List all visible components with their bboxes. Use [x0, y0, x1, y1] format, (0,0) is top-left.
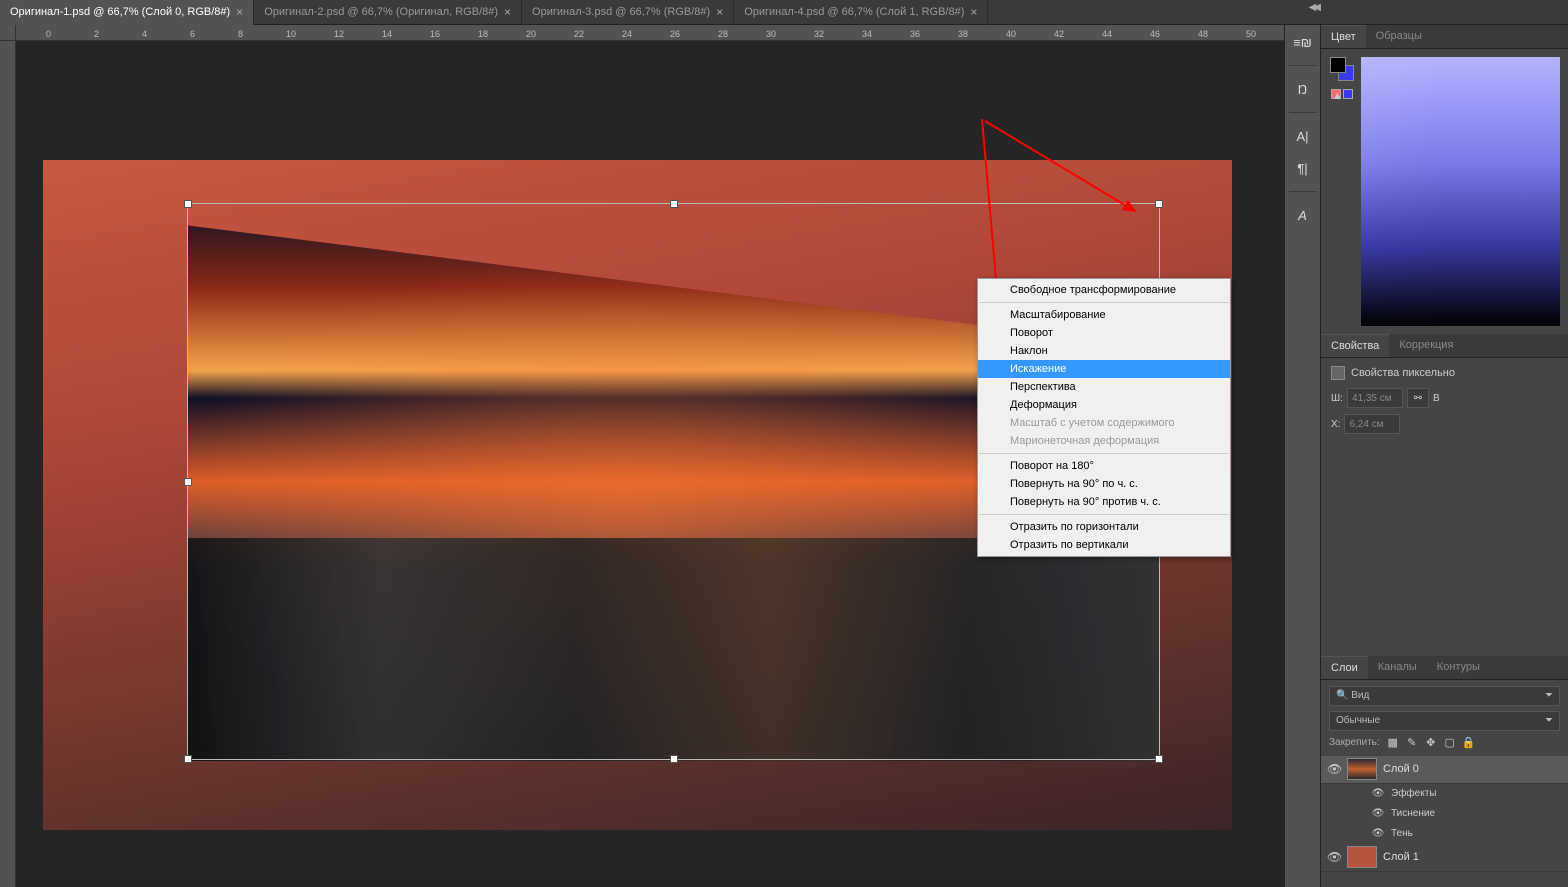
- lock-pixels-icon[interactable]: ✎: [1405, 736, 1419, 750]
- close-icon[interactable]: ×: [716, 5, 723, 19]
- document-tabs-bar: Оригинал-1.psd @ 66,7% (Слой 0, RGB/8#) …: [0, 0, 1568, 25]
- expand-panel-icon[interactable]: ◀◀: [1309, 2, 1318, 13]
- layer-thumbnail[interactable]: [1347, 758, 1377, 780]
- color-preview: [1343, 89, 1353, 99]
- menu-item[interactable]: Масштабирование: [978, 306, 1230, 324]
- tab-label: Оригинал-4.psd @ 66,7% (Слой 1, RGB/8#): [744, 6, 964, 18]
- document-tab[interactable]: Оригинал-1.psd @ 66,7% (Слой 0, RGB/8#) …: [0, 0, 254, 25]
- effect-name: Тень: [1391, 828, 1413, 839]
- tab-properties[interactable]: Свойства: [1321, 334, 1389, 357]
- close-icon[interactable]: ×: [504, 5, 511, 19]
- layer-name: Слой 1: [1383, 851, 1419, 863]
- layer-name: Слой 0: [1383, 763, 1419, 775]
- layer-row[interactable]: 👁 Слой 0: [1321, 756, 1568, 784]
- tab-paths[interactable]: Контуры: [1427, 656, 1490, 679]
- lock-artboard-icon[interactable]: ▢: [1443, 736, 1457, 750]
- visibility-icon[interactable]: 👁: [1371, 808, 1385, 819]
- tab-label: Оригинал-2.psd @ 66,7% (Оригинал, RGB/8#…: [264, 6, 498, 18]
- menu-item[interactable]: Поворот: [978, 324, 1230, 342]
- layer-row[interactable]: 👁 Слой 1: [1321, 844, 1568, 872]
- menu-item: Марионеточная деформация: [978, 432, 1230, 450]
- menu-item[interactable]: Свободное трансформирование: [978, 281, 1230, 299]
- menu-item[interactable]: Поворот на 180°: [978, 457, 1230, 475]
- layer-thumbnail[interactable]: [1347, 846, 1377, 868]
- document-tab[interactable]: Оригинал-3.psd @ 66,7% (RGB/8#) ×: [522, 0, 734, 25]
- character-icon[interactable]: Ŋ: [1292, 80, 1314, 98]
- tab-layers[interactable]: Слои: [1321, 656, 1368, 679]
- properties-title: Свойства пиксельно: [1351, 367, 1455, 379]
- menu-item[interactable]: Деформация: [978, 396, 1230, 414]
- menu-item[interactable]: Повернуть на 90° по ч. с.: [978, 475, 1230, 493]
- glyphs-icon[interactable]: A: [1292, 206, 1314, 224]
- close-icon[interactable]: ×: [236, 5, 243, 19]
- menu-separator: [979, 514, 1229, 515]
- layer-effect-row[interactable]: 👁 Тиснение: [1321, 804, 1568, 824]
- visibility-icon[interactable]: 👁: [1327, 762, 1341, 776]
- properties-panel: Свойства пиксельно Ш: ⚯ В X:: [1321, 358, 1568, 448]
- layer-effect-row[interactable]: 👁 Эффекты: [1321, 784, 1568, 804]
- x-field[interactable]: [1344, 414, 1400, 434]
- foreground-color-swatch[interactable]: [1330, 57, 1346, 73]
- menu-separator: [979, 453, 1229, 454]
- ruler-corner: [0, 25, 16, 41]
- color-panel: ▲: [1321, 49, 1568, 334]
- width-field[interactable]: [1347, 388, 1403, 408]
- menu-item[interactable]: Перспектива: [978, 378, 1230, 396]
- menu-item[interactable]: Повернуть на 90° против ч. с.: [978, 493, 1230, 511]
- effect-name: Тиснение: [1391, 808, 1435, 819]
- menu-item[interactable]: Отразить по вертикали: [978, 536, 1230, 554]
- color-picker-field[interactable]: [1361, 57, 1560, 326]
- layers-list: 👁 Слой 0👁Эффекты👁Тиснение👁Тень👁 Слой 1: [1321, 756, 1568, 887]
- lock-all-icon[interactable]: 🔒: [1462, 736, 1476, 750]
- layer-filter-dropdown[interactable]: 🔍 Вид⏷: [1329, 686, 1560, 706]
- ruler-vertical: [0, 41, 16, 887]
- ruler-horizontal: 0246810121416182022242628303234363840424…: [16, 25, 1284, 41]
- link-dimensions-icon[interactable]: ⚯: [1407, 388, 1429, 408]
- collapsed-panel-strip: ◀◀ ≡₪ Ŋ A| ¶| A: [1284, 25, 1320, 887]
- document-tab[interactable]: Оригинал-2.psd @ 66,7% (Оригинал, RGB/8#…: [254, 0, 522, 25]
- tab-color[interactable]: Цвет: [1321, 25, 1366, 48]
- width-label: Ш:: [1331, 393, 1343, 404]
- menu-item: Масштаб с учетом содержимого: [978, 414, 1230, 432]
- layers-panel: 🔍 Вид⏷ Обычные⏷ Закрепить: ▩ ✎ ✥ ▢ 🔒: [1321, 680, 1568, 887]
- lock-transparency-icon[interactable]: ▩: [1386, 736, 1400, 750]
- menu-item[interactable]: Отразить по горизонтали: [978, 518, 1230, 536]
- tab-adjustments[interactable]: Коррекция: [1389, 334, 1463, 357]
- menu-item[interactable]: Искажение: [978, 360, 1230, 378]
- height-label: В: [1433, 393, 1440, 404]
- tab-label: Оригинал-3.psd @ 66,7% (RGB/8#): [532, 6, 710, 18]
- close-icon[interactable]: ×: [970, 5, 977, 19]
- right-panels: Цвет Образцы ▲ Свойства Коррекция: [1320, 25, 1568, 887]
- lock-position-icon[interactable]: ✥: [1424, 736, 1438, 750]
- layer-effect-row[interactable]: 👁 Тень: [1321, 824, 1568, 844]
- warning-icon: ▲: [1331, 89, 1341, 99]
- menu-separator: [979, 302, 1229, 303]
- transform-context-menu: Свободное трансформирование Масштабирован…: [977, 278, 1231, 557]
- visibility-icon[interactable]: 👁: [1371, 828, 1385, 839]
- fg-bg-color[interactable]: [1330, 57, 1354, 81]
- pixel-layer-icon: [1331, 366, 1345, 380]
- menu-item[interactable]: Наклон: [978, 342, 1230, 360]
- effect-name: Эффекты: [1391, 788, 1436, 799]
- align-icon[interactable]: A|: [1292, 127, 1314, 145]
- history-icon[interactable]: ≡₪: [1292, 33, 1314, 51]
- visibility-icon[interactable]: 👁: [1371, 788, 1385, 799]
- document-tab[interactable]: Оригинал-4.psd @ 66,7% (Слой 1, RGB/8#) …: [734, 0, 988, 25]
- tab-label: Оригинал-1.psd @ 66,7% (Слой 0, RGB/8#): [10, 6, 230, 18]
- x-label: X:: [1331, 419, 1340, 430]
- paragraph-icon[interactable]: ¶|: [1292, 159, 1314, 177]
- visibility-icon[interactable]: 👁: [1327, 850, 1341, 864]
- tab-channels[interactable]: Каналы: [1368, 656, 1427, 679]
- tab-swatches[interactable]: Образцы: [1366, 25, 1432, 48]
- canvas-area[interactable]: 0246810121416182022242628303234363840424…: [0, 25, 1284, 887]
- blend-mode-dropdown[interactable]: Обычные⏷: [1329, 711, 1560, 731]
- lock-label: Закрепить:: [1329, 737, 1380, 748]
